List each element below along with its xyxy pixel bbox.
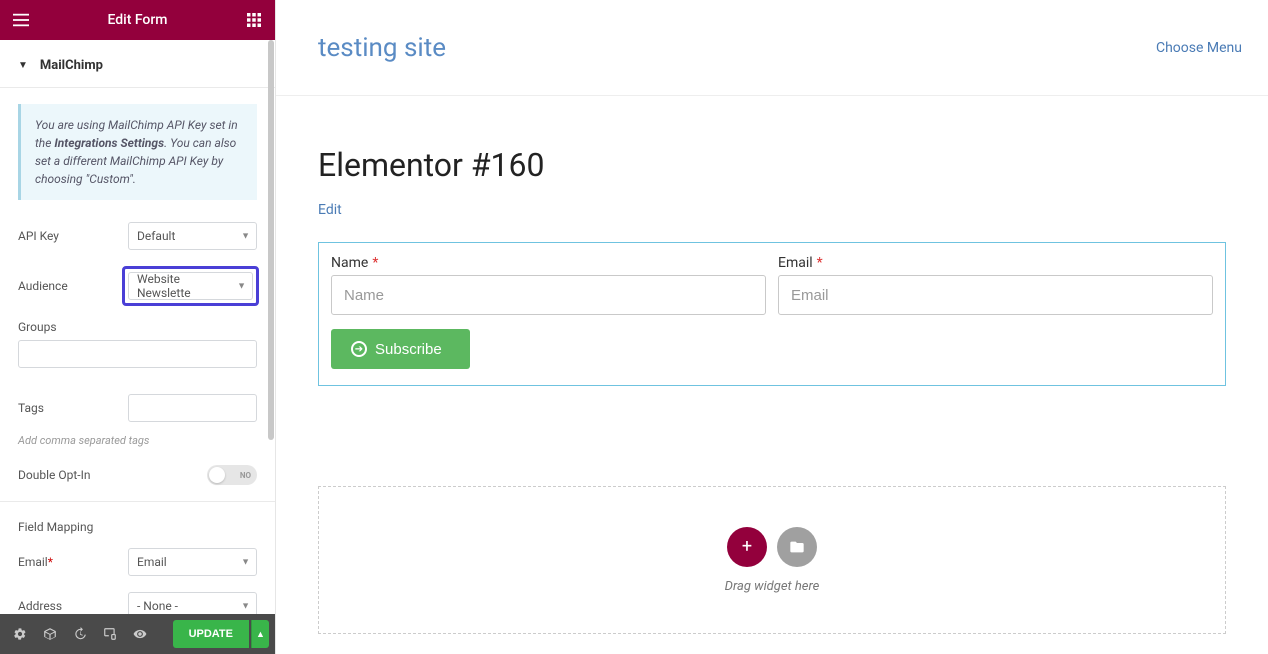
tags-input[interactable] — [128, 394, 257, 422]
add-section-button[interactable]: + — [727, 527, 767, 567]
double-optin-toggle[interactable]: NO — [207, 465, 257, 485]
subscribe-label: Subscribe — [375, 341, 442, 358]
email-input[interactable] — [778, 275, 1213, 315]
control-groups: Groups — [0, 314, 275, 372]
responsive-icon[interactable] — [96, 620, 124, 648]
tags-help: Add comma separated tags — [0, 430, 275, 457]
mapping-address-label: Address — [18, 599, 128, 613]
menu-icon[interactable] — [12, 11, 30, 29]
update-button[interactable]: UPDATE — [173, 620, 249, 648]
audience-value: Website Newslette — [137, 272, 230, 300]
update-options-button[interactable]: ▲ — [251, 620, 269, 648]
preview-area: testing site Choose Menu Elementor #160 … — [276, 0, 1268, 654]
mapping-email: Email* Email ▼ — [0, 540, 275, 584]
info-bold: Integrations Settings — [54, 136, 164, 150]
mapping-address: Address - None - ▼ — [0, 584, 275, 614]
history-icon[interactable] — [66, 620, 94, 648]
sidebar-title: Edit Form — [30, 12, 245, 28]
section-mailchimp[interactable]: ▼ MailChimp — [0, 40, 275, 88]
chevron-down-icon: ▼ — [241, 557, 250, 568]
site-header: testing site Choose Menu — [276, 0, 1268, 96]
mapping-value: - None - — [137, 599, 178, 613]
mapping-address-select[interactable]: - None - ▼ — [128, 592, 257, 614]
scrollbar-track — [267, 40, 275, 614]
subscribe-button[interactable]: ➔ Subscribe — [331, 329, 470, 369]
drop-buttons: + — [727, 527, 817, 567]
arrow-right-icon: ➔ — [351, 341, 367, 357]
tags-label: Tags — [18, 401, 128, 415]
choose-menu-link[interactable]: Choose Menu — [1156, 40, 1242, 56]
mapping-email-label: Email* — [18, 555, 128, 569]
groups-label: Groups — [18, 320, 257, 334]
form-col-email: Email* — [778, 255, 1213, 315]
required-star: * — [48, 555, 53, 569]
preview-icon[interactable] — [126, 620, 154, 648]
chevron-down-icon: ▼ — [237, 281, 246, 292]
audience-label: Audience — [18, 279, 128, 293]
caret-down-icon: ▼ — [18, 60, 28, 71]
control-tags: Tags — [0, 386, 275, 430]
chevron-down-icon: ▼ — [241, 231, 250, 242]
navigator-icon[interactable] — [36, 620, 64, 648]
edit-link[interactable]: Edit — [318, 202, 342, 218]
mapping-email-select[interactable]: Email ▼ — [128, 548, 257, 576]
form-widget[interactable]: Name* Email* ➔ Subscribe — [318, 242, 1226, 386]
double-optin-label: Double Opt-In — [18, 468, 207, 482]
drop-zone[interactable]: + Drag widget here — [318, 486, 1226, 634]
divider — [0, 501, 275, 502]
api-key-select[interactable]: Default ▼ — [128, 222, 257, 250]
section-label: MailChimp — [40, 58, 103, 73]
editor-sidebar: Edit Form ▼ MailChimp You are using Mail… — [0, 0, 276, 654]
field-mapping-label: Field Mapping — [0, 510, 275, 540]
form-col-name: Name* — [331, 255, 766, 315]
control-api-key: API Key Default ▼ — [0, 214, 275, 258]
name-field-label: Name* — [331, 255, 766, 271]
groups-input[interactable] — [18, 340, 257, 368]
control-audience: Audience Website Newslette ▼ — [0, 258, 275, 314]
template-library-button[interactable] — [777, 527, 817, 567]
api-key-value: Default — [137, 229, 175, 243]
chevron-down-icon: ▼ — [241, 601, 250, 612]
toggle-knob — [209, 467, 225, 483]
form-row: Name* Email* — [319, 255, 1225, 315]
audience-select[interactable]: Website Newslette ▼ — [128, 272, 253, 300]
sidebar-header: Edit Form — [0, 0, 275, 40]
site-title[interactable]: testing site — [318, 33, 446, 63]
settings-icon[interactable] — [6, 620, 34, 648]
audience-highlight: Website Newslette ▼ — [122, 266, 259, 306]
label-text: Email — [778, 255, 813, 271]
api-key-label: API Key — [18, 229, 128, 243]
control-double-optin: Double Opt-In NO — [0, 457, 275, 493]
toggle-state: NO — [240, 471, 251, 480]
drop-text: Drag widget here — [725, 579, 820, 594]
sidebar-footer: UPDATE ▲ — [0, 614, 275, 654]
mapping-label-text: Email — [18, 555, 48, 569]
sidebar-body: ▼ MailChimp You are using MailChimp API … — [0, 40, 275, 614]
info-box: You are using MailChimp API Key set in t… — [18, 104, 257, 200]
page-content: Elementor #160 Edit Name* Email* ➔ Subsc… — [276, 96, 1268, 406]
page-title: Elementor #160 — [318, 146, 1226, 184]
required-star: * — [817, 255, 823, 271]
mapping-value: Email — [137, 555, 167, 569]
email-field-label: Email* — [778, 255, 1213, 271]
name-input[interactable] — [331, 275, 766, 315]
apps-icon[interactable] — [245, 11, 263, 29]
required-star: * — [372, 255, 378, 271]
label-text: Name — [331, 255, 368, 271]
scrollbar-thumb[interactable] — [268, 40, 274, 440]
